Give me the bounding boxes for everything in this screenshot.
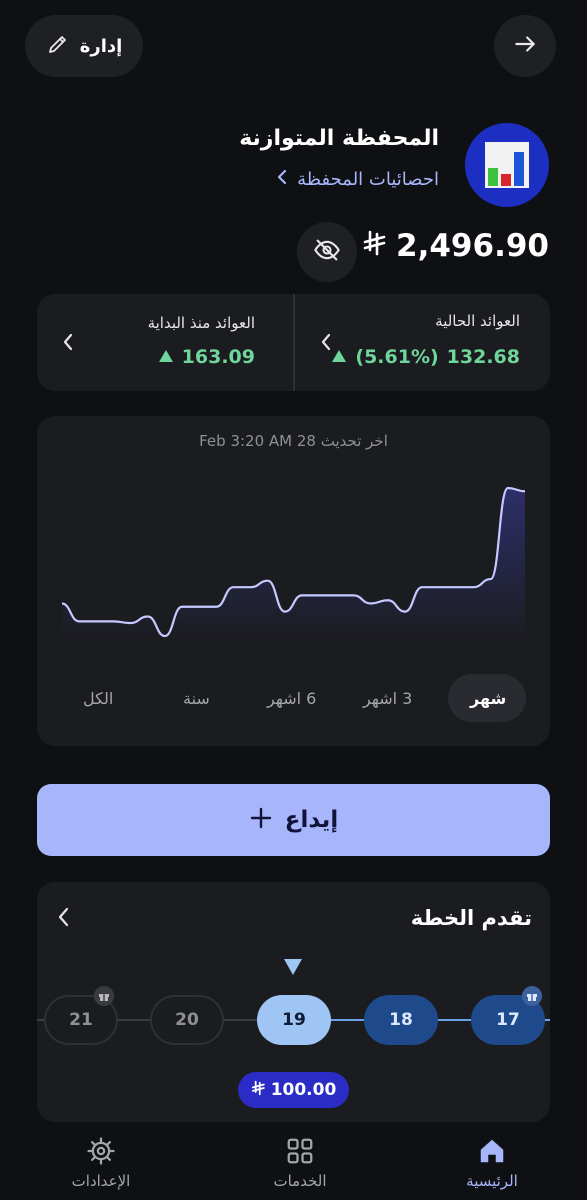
plus-icon (249, 806, 273, 834)
currency-symbol (362, 230, 386, 263)
plan-title: تقدم الخطة (410, 906, 532, 930)
current-returns[interactable]: العوائد الحالية 132.68 (5.61%) (295, 294, 550, 391)
balance-value: 2,496.90 (396, 228, 549, 264)
arrow-right-icon (512, 31, 538, 61)
portfolio-name: المحفظة المتوازنة (239, 126, 439, 151)
nav-services[interactable]: الخدمات (258, 1136, 342, 1190)
forward-button[interactable] (494, 15, 556, 77)
pencil-icon (46, 32, 70, 60)
bar-chart-icon (485, 142, 529, 188)
plan-amount: 100.00 (270, 1080, 337, 1100)
manage-button[interactable]: إدارة (25, 15, 143, 77)
tab-6-months[interactable]: 6 اشهر (267, 689, 316, 708)
tab-all[interactable]: الكل (83, 689, 113, 708)
tab-3-months[interactable]: 3 اشهر (363, 689, 412, 708)
portfolio-balance: 2,496.90 (362, 228, 549, 264)
current-returns-label: العوائد الحالية (435, 312, 520, 330)
chevron-left-icon (319, 332, 333, 356)
gift-icon (94, 986, 114, 1006)
deposit-button[interactable]: إيداع (37, 784, 550, 856)
portfolio-avatar (465, 123, 549, 207)
eye-off-icon (313, 236, 341, 268)
returns-card: العوائد الحالية 132.68 (5.61%) العوائد م… (37, 294, 550, 391)
since-start-value: 163.09 (158, 346, 255, 368)
manage-label: إدارة (79, 35, 123, 57)
home-icon (477, 1139, 507, 1170)
nav-settings[interactable]: الإعدادات (58, 1136, 144, 1190)
gear-icon (86, 1137, 116, 1170)
since-start-amount: 163.09 (181, 346, 255, 368)
grid-icon (285, 1138, 315, 1170)
last-updated: اخر تحديث 28 Feb 3:20 AM (199, 432, 388, 450)
plan-node-18[interactable]: 18 (364, 995, 438, 1045)
performance-chart (61, 486, 526, 641)
gift-icon (522, 986, 542, 1006)
hide-balance-button[interactable] (297, 222, 357, 282)
bottom-nav: الرئيسية الخدمات الإعدادات (0, 1126, 587, 1200)
current-marker-icon (283, 958, 303, 980)
chevron-left-icon (61, 332, 75, 356)
current-returns-value: 132.68 (5.61%) (331, 346, 520, 368)
tab-year[interactable]: سنة (183, 689, 210, 708)
stats-link-label: احصائيات المحفظة (297, 169, 439, 190)
since-start-returns[interactable]: العوائد منذ البداية 163.09 (37, 294, 293, 391)
plan-chevron-button[interactable] (57, 906, 71, 932)
plan-node-19[interactable]: 19 (257, 995, 331, 1045)
nav-home[interactable]: الرئيسية (455, 1136, 529, 1190)
chart-card: اخر تحديث 28 Feb 3:20 AM شهر 3 اشهر 6 اش… (37, 416, 550, 746)
since-start-label: العوائد منذ البداية (147, 314, 255, 332)
nav-home-label: الرئيسية (466, 1172, 518, 1190)
portfolio-stats-link[interactable]: احصائيات المحفظة (275, 168, 439, 191)
nav-services-label: الخدمات (273, 1172, 327, 1190)
currency-symbol (251, 1080, 265, 1100)
current-returns-percent: (5.61%) (355, 346, 439, 368)
deposit-label: إيداع (284, 807, 339, 833)
nav-settings-label: الإعدادات (71, 1172, 131, 1190)
chevron-left-icon (275, 168, 289, 191)
triangle-up-icon (331, 346, 347, 368)
chart-area (62, 488, 525, 641)
triangle-up-icon (158, 346, 174, 368)
plan-amount-badge: 100.00 (238, 1072, 349, 1108)
tab-month[interactable]: شهر (470, 689, 506, 708)
plan-node-20[interactable]: 20 (150, 995, 224, 1045)
current-returns-amount: 132.68 (446, 346, 520, 368)
